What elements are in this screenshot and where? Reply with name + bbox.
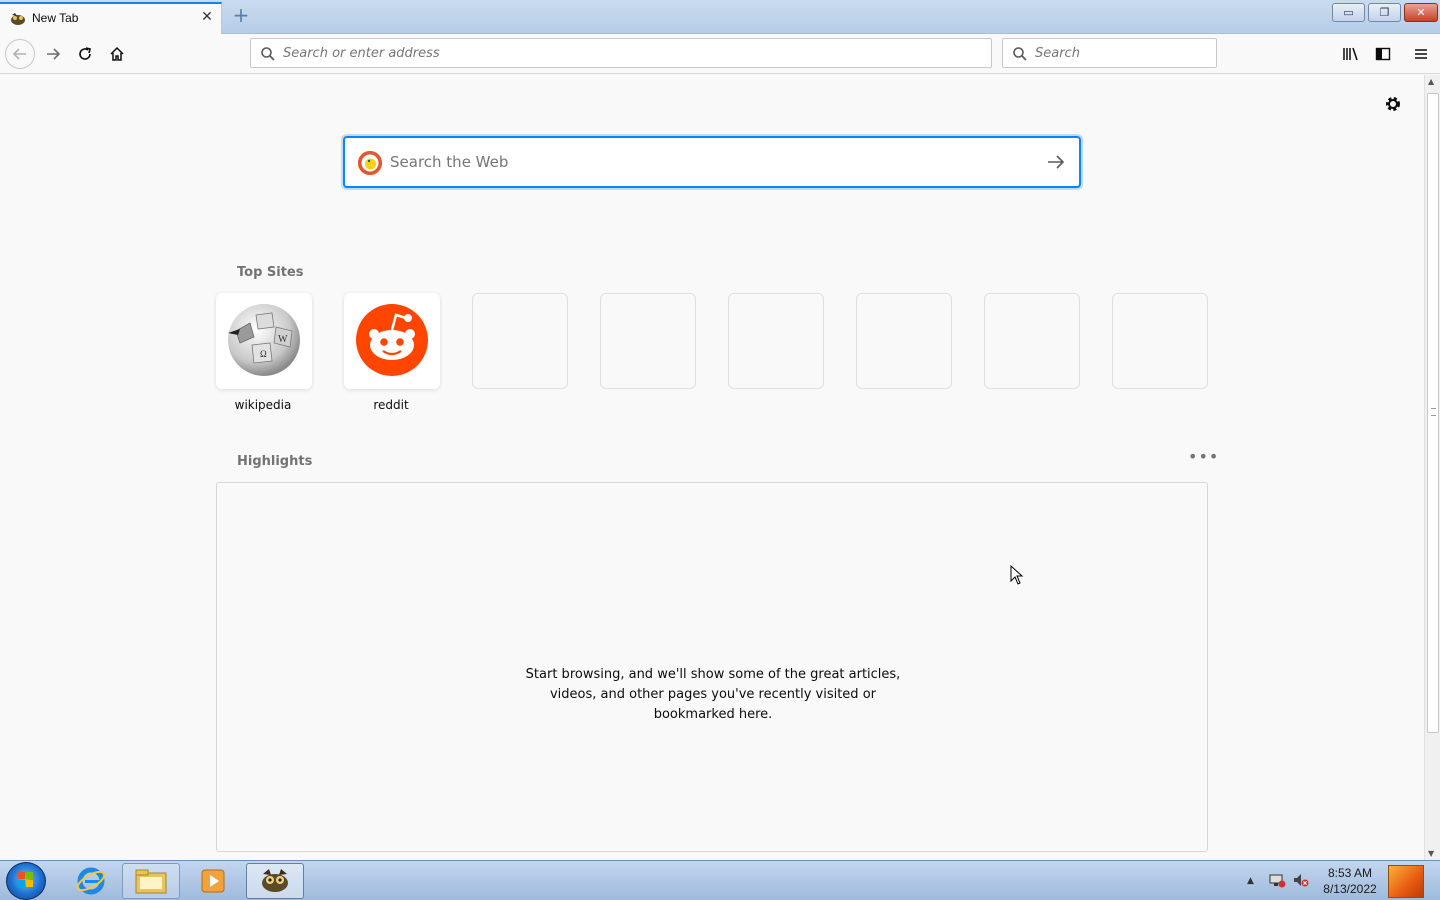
show-desktop-button[interactable] bbox=[1388, 865, 1424, 898]
network-icon[interactable] bbox=[1268, 872, 1286, 888]
firefox-app-icon bbox=[262, 869, 288, 892]
svg-text:Ω: Ω bbox=[260, 349, 267, 359]
highlights-more-button[interactable]: ••• bbox=[1188, 449, 1218, 468]
tray-overflow-arrow[interactable]: ▲ bbox=[1247, 876, 1254, 886]
windows-taskbar: ▲ 8:53 AM 8/13/2022 bbox=[0, 860, 1440, 900]
folder-icon bbox=[135, 869, 167, 894]
arrow-left-icon bbox=[12, 48, 26, 60]
highlights-title: Highlights bbox=[237, 454, 313, 469]
forward-button[interactable] bbox=[38, 39, 68, 69]
clock-time[interactable]: 8:53 AM bbox=[1320, 866, 1380, 880]
top-site-tile-wikipedia[interactable]: W Ω bbox=[216, 293, 312, 389]
tab-close-button[interactable]: ✕ bbox=[199, 9, 215, 25]
top-site-placeholder bbox=[1112, 293, 1208, 389]
search-icon bbox=[1013, 47, 1027, 61]
tab-new-tab[interactable]: New Tab ✕ bbox=[0, 2, 222, 34]
volume-muted-icon[interactable] bbox=[1292, 872, 1310, 888]
top-site-label: reddit bbox=[373, 398, 409, 412]
media-player-icon bbox=[201, 869, 225, 893]
search-icon bbox=[261, 47, 275, 61]
top-sites-title: Top Sites bbox=[237, 265, 304, 280]
clock-date[interactable]: 8/13/2022 bbox=[1320, 882, 1380, 896]
taskbar-media-player[interactable] bbox=[184, 863, 242, 899]
new-tab-page: Top Sites W Ω wikipedia bbox=[0, 75, 1424, 860]
taskbar-firefox[interactable] bbox=[246, 863, 304, 899]
duckduckgo-logo-icon bbox=[358, 151, 382, 175]
top-site-placeholder bbox=[600, 293, 696, 389]
svg-text:W: W bbox=[278, 334, 288, 345]
search-input[interactable] bbox=[1035, 39, 1210, 67]
windows-logo-icon bbox=[18, 872, 33, 887]
arrow-right-icon[interactable] bbox=[1045, 152, 1067, 172]
wikipedia-globe-icon: W Ω bbox=[228, 304, 300, 376]
top-site-tile-reddit[interactable] bbox=[344, 293, 440, 389]
new-tab-button[interactable]: + bbox=[231, 5, 251, 25]
scroll-up-arrow-icon[interactable]: ▲ bbox=[1428, 77, 1434, 86]
arrow-right-icon bbox=[47, 48, 61, 60]
library-icon bbox=[1343, 47, 1358, 61]
home-button[interactable] bbox=[102, 39, 132, 69]
address-bar[interactable] bbox=[250, 38, 992, 68]
vertical-scrollbar[interactable]: ▲ ▼ bbox=[1424, 75, 1440, 860]
top-site-label: wikipedia bbox=[234, 398, 292, 412]
top-site-placeholder bbox=[728, 293, 824, 389]
reload-icon bbox=[79, 47, 91, 60]
sidebar-toggle-button[interactable] bbox=[1368, 39, 1398, 69]
highlights-empty-message: Start browsing, and we'll show some of t… bbox=[525, 667, 901, 722]
back-button[interactable] bbox=[5, 39, 35, 69]
web-search-box[interactable] bbox=[343, 136, 1081, 188]
window-close-button[interactable]: ✕ bbox=[1404, 3, 1438, 22]
scrollbar-grip bbox=[1431, 408, 1436, 416]
nav-toolbar bbox=[0, 34, 1440, 74]
highlights-panel: Start browsing, and we'll show some of t… bbox=[216, 482, 1208, 852]
taskbar-file-explorer[interactable] bbox=[122, 863, 180, 899]
home-icon bbox=[110, 46, 124, 61]
start-button[interactable] bbox=[6, 862, 46, 900]
address-input[interactable] bbox=[283, 39, 983, 67]
reddit-alien-icon bbox=[356, 304, 428, 376]
tab-title: New Tab bbox=[32, 11, 79, 25]
top-site-placeholder bbox=[984, 293, 1080, 389]
scroll-down-arrow-icon[interactable]: ▼ bbox=[1428, 849, 1434, 858]
firefox-tab-icon bbox=[11, 13, 25, 25]
reload-button[interactable] bbox=[70, 39, 100, 69]
mouse-cursor-icon bbox=[1010, 565, 1024, 585]
window-minimize-button[interactable]: ▭ bbox=[1332, 3, 1365, 22]
title-bar: New Tab ✕ + ▭ ❐ ✕ bbox=[0, 0, 1440, 34]
internet-explorer-icon bbox=[76, 867, 106, 895]
scrollbar-thumb[interactable] bbox=[1427, 93, 1439, 733]
sidebar-icon bbox=[1375, 47, 1391, 61]
hamburger-menu-icon bbox=[1415, 49, 1427, 59]
search-bar[interactable] bbox=[1002, 38, 1217, 68]
top-site-placeholder bbox=[856, 293, 952, 389]
gear-icon[interactable] bbox=[1383, 94, 1403, 114]
window-restore-button[interactable]: ❐ bbox=[1368, 3, 1401, 22]
menu-button[interactable] bbox=[1406, 39, 1436, 69]
web-search-input[interactable] bbox=[390, 138, 1030, 186]
library-button[interactable] bbox=[1336, 39, 1366, 69]
taskbar-internet-explorer[interactable] bbox=[62, 863, 120, 899]
top-site-placeholder bbox=[472, 293, 568, 389]
